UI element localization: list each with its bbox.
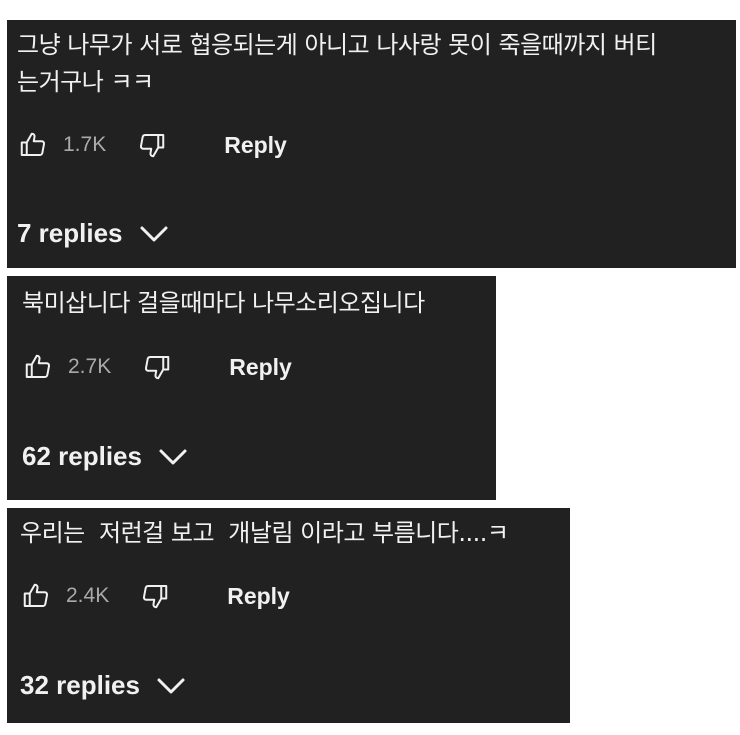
comment-actions: 2.7K Reply bbox=[22, 349, 292, 385]
comment-card: 북미삽니다 걸을때마다 나무소리오집니다 2.7K Reply 62 repli… bbox=[7, 276, 496, 500]
like-count: 2.4K bbox=[66, 584, 110, 607]
comment-text: 북미삽니다 걸을때마다 나무소리오집니다 bbox=[22, 289, 425, 317]
chevron-down-icon bbox=[156, 676, 186, 696]
reply-button[interactable]: Reply bbox=[224, 132, 287, 159]
like-count: 1.7K bbox=[63, 133, 107, 156]
chevron-down-icon bbox=[158, 447, 188, 467]
thumb-down-icon[interactable] bbox=[136, 129, 168, 161]
comment-card: 그냥 나무가 서로 협응되는게 아니고 나사랑 못이 죽을때까지 버티 는거구나… bbox=[7, 20, 736, 268]
replies-count-label: 62 replies bbox=[22, 441, 142, 471]
like-count: 2.7K bbox=[68, 355, 112, 378]
replies-count-label: 32 replies bbox=[20, 670, 140, 700]
thumb-up-icon[interactable] bbox=[17, 129, 49, 161]
view-replies-button[interactable]: 32 replies bbox=[20, 670, 186, 701]
comment-text: 그냥 나무가 서로 협응되는게 아니고 나사랑 못이 죽을때까지 버티 는거구나… bbox=[17, 31, 657, 96]
thumb-up-icon[interactable] bbox=[22, 351, 54, 383]
comment-text: 우리는 저런걸 보고 개날림 이라고 부름니다....ㅋ bbox=[20, 519, 509, 547]
comment-actions: 1.7K Reply bbox=[17, 127, 287, 163]
chevron-down-icon bbox=[139, 224, 169, 244]
comment-card: 우리는 저런걸 보고 개날림 이라고 부름니다....ㅋ 2.4K Reply … bbox=[7, 508, 570, 723]
view-replies-button[interactable]: 7 replies bbox=[17, 218, 169, 249]
reply-button[interactable]: Reply bbox=[227, 583, 290, 610]
comment-actions: 2.4K Reply bbox=[20, 578, 290, 614]
replies-count-label: 7 replies bbox=[17, 218, 123, 248]
thumb-down-icon[interactable] bbox=[141, 351, 173, 383]
reply-button[interactable]: Reply bbox=[229, 354, 292, 381]
thumb-down-icon[interactable] bbox=[139, 580, 171, 612]
view-replies-button[interactable]: 62 replies bbox=[22, 441, 188, 472]
thumb-up-icon[interactable] bbox=[20, 580, 52, 612]
